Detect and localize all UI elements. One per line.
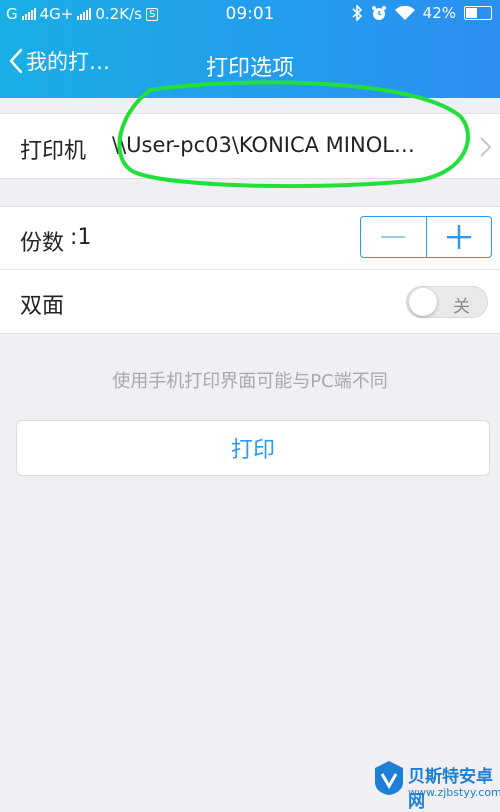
printer-row[interactable]: 打印机 \\User-pc03\KONICA MINOL… [0, 113, 500, 179]
alarm-icon [371, 6, 386, 20]
printer-value: \\User-pc03\KONICA MINOL… [112, 133, 415, 157]
nav-bar: 我的打… 打印选项 [0, 30, 500, 98]
bluetooth-icon [352, 5, 362, 21]
minus-icon [381, 236, 406, 238]
options-group: 份数 : 1 双面 关 [0, 206, 500, 334]
copies-label: 份数 [20, 231, 65, 256]
battery-percent: 42% [422, 4, 456, 22]
increase-copies-button[interactable] [425, 217, 492, 257]
duplex-label: 双面 [20, 294, 65, 319]
hint-text: 使用手机打印界面可能与PC端不同 [112, 371, 388, 392]
copies-value: 1 [77, 225, 92, 250]
watermark-url: www.zjbstyy.com [408, 786, 500, 799]
duplex-row: 双面 关 [0, 270, 500, 333]
toggle-state-label: 关 [453, 297, 470, 317]
app-header: G 4G+ 0.2K/s S 09:01 42% 我的打… 打印选项 [0, 0, 500, 98]
battery-fill [466, 8, 477, 18]
copies-row: 份数 : 1 [0, 207, 500, 270]
plus-icon [446, 225, 471, 249]
toggle-knob [409, 288, 437, 316]
wifi-icon [394, 5, 415, 20]
duplex-toggle[interactable]: 关 [406, 286, 488, 318]
status-right: 42% [352, 4, 492, 22]
print-button[interactable]: 打印 [16, 420, 490, 476]
copies-separator: : [70, 225, 78, 250]
copies-stepper [360, 216, 492, 258]
decrease-copies-button[interactable] [361, 217, 426, 257]
watermark-logo [375, 761, 403, 795]
page-title: 打印选项 [205, 56, 294, 81]
chevron-right-icon [480, 137, 492, 157]
battery-icon [464, 6, 492, 20]
printer-label: 打印机 [20, 139, 87, 164]
copies-label-group: 份数 : 1 [20, 225, 91, 257]
status-bar: G 4G+ 0.2K/s S 09:01 42% [0, 0, 500, 28]
